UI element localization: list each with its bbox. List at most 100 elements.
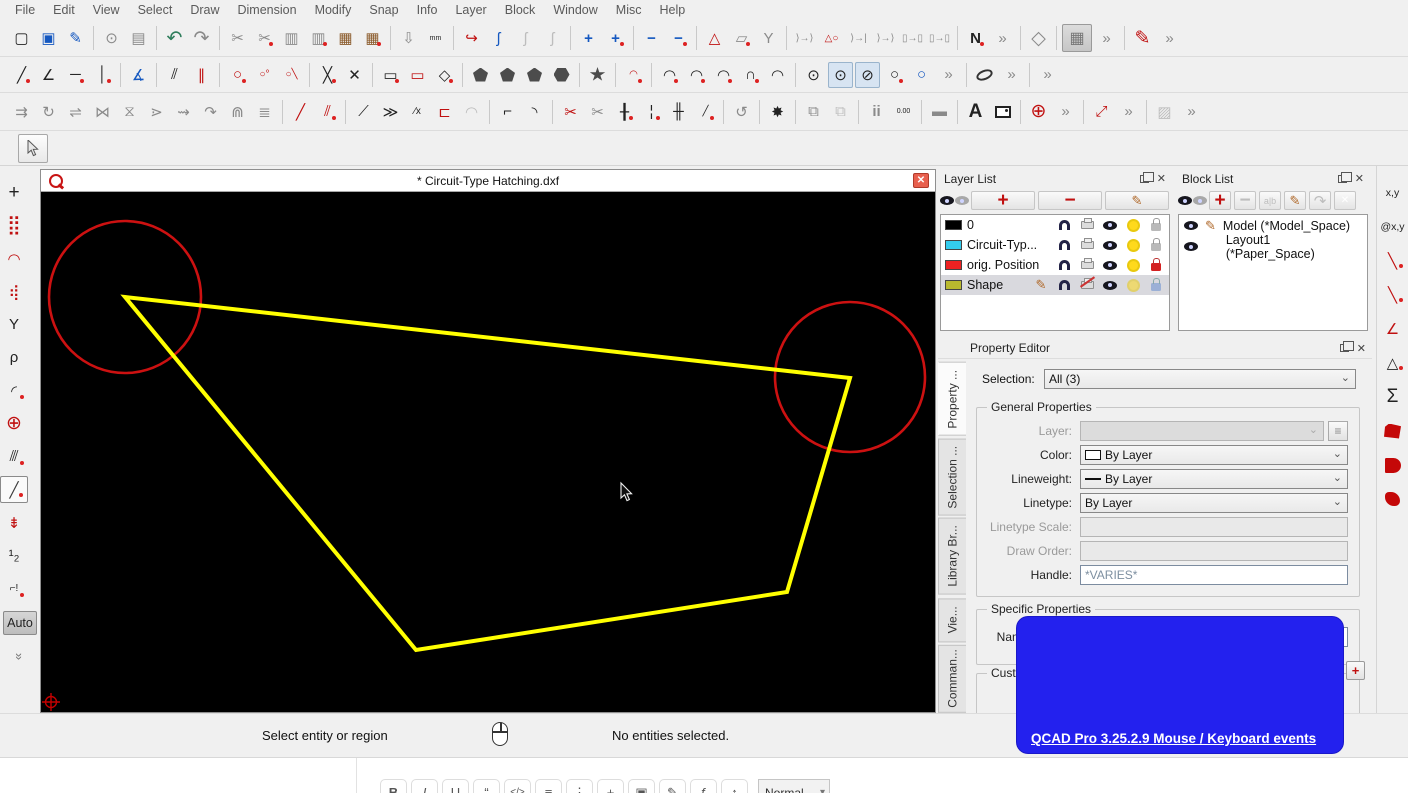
new-file-icon[interactable]: ▢ — [9, 25, 34, 51]
snap-tangent-icon[interactable]: ◜ — [0, 377, 28, 404]
lengthen-icon[interactable]: ⟋ — [351, 99, 376, 125]
tab-view[interactable]: Vie... — [938, 598, 966, 642]
tolerance-icon[interactable]: 0.00 — [891, 99, 916, 125]
snap-restriction-icon[interactable]: ╱ — [0, 476, 28, 503]
linetype-combo[interactable]: By Layer — [1080, 493, 1348, 513]
document-title-bar[interactable]: * Circuit-Type Hatching.dxf ✕ — [41, 170, 935, 192]
cut-with-reference-icon[interactable]: ✂ — [252, 25, 277, 51]
redo-icon[interactable]: ↷ — [189, 25, 214, 51]
layer-print-icon[interactable] — [1081, 221, 1094, 229]
grid-button[interactable]: ▦ — [1062, 24, 1092, 52]
layer-visible-icon[interactable] — [1103, 281, 1117, 290]
block-visible-icon[interactable] — [1184, 242, 1198, 251]
save-as-icon[interactable]: ✎ — [63, 25, 88, 51]
trim-icon[interactable]: ╱ — [288, 99, 313, 125]
color-combo[interactable]: By Layer — [1080, 445, 1348, 465]
arc-open-icon[interactable]: ◠ — [765, 62, 790, 88]
drawing-unit-icon[interactable]: mm — [423, 25, 448, 51]
bevel-icon[interactable]: ⌐ — [495, 99, 520, 125]
copy-with-reference-icon[interactable]: ▥ — [306, 25, 331, 51]
morph-icon[interactable]: △ — [702, 25, 727, 51]
layer-list-close-button[interactable]: ✕ — [1157, 172, 1166, 185]
tab-selection-filter[interactable]: Selection ... — [938, 439, 966, 516]
sum-icon[interactable]: Σ — [1379, 385, 1407, 409]
morph-shape-icon[interactable]: △○ — [819, 25, 844, 51]
coordinate-absolute-button[interactable]: x,y — [1379, 181, 1407, 205]
break-gap-icon[interactable]: ¦ — [639, 99, 664, 125]
lineweight-combo[interactable]: By Layer — [1080, 469, 1348, 489]
match-properties-icon[interactable]: ▬ — [927, 99, 952, 125]
circle-2-points-diameter-icon[interactable]: ⊘ — [855, 62, 880, 88]
block-row-layout1[interactable]: Layout1 (*Paper_Space) — [1179, 236, 1367, 257]
function-button[interactable]: ƒ — [690, 779, 717, 793]
text-icon[interactable]: A — [963, 99, 988, 125]
arc-tangent-icon[interactable]: ◠ — [621, 62, 646, 88]
layer-frozen-icon[interactable] — [1129, 261, 1138, 270]
project-isometric-icon[interactable]: ⋒ — [225, 99, 250, 125]
rotate-two-centers-icon[interactable]: ↷ — [198, 99, 223, 125]
polyline-tool-a-icon[interactable]: ʃ — [513, 25, 538, 51]
snap-entity-points-icon[interactable]: ⢾ — [0, 278, 28, 305]
menu-edit[interactable]: Edit — [44, 1, 84, 19]
arc-3-points-icon[interactable]: ◠ — [657, 62, 682, 88]
undo-icon[interactable]: ↶ — [162, 25, 187, 51]
detect-duplicates-icon[interactable]: ii — [864, 99, 889, 125]
dimension-more-button[interactable]: » — [1116, 99, 1141, 125]
solid-fill-a-icon[interactable] — [1379, 419, 1407, 443]
edit-block-button[interactable]: ✎ — [1284, 191, 1306, 210]
print-preview-icon[interactable]: ⊙ — [99, 25, 124, 51]
menu-dimension[interactable]: Dimension — [229, 1, 306, 19]
restrict-angle-icon[interactable]: ∠ — [1379, 317, 1407, 341]
layer-snap-icon[interactable] — [1059, 220, 1070, 230]
property-editor-float-button[interactable] — [1340, 344, 1349, 352]
import-icon[interactable]: ⇩ — [396, 25, 421, 51]
polygon-center-corner-icon[interactable] — [468, 62, 493, 88]
snap-auto-button[interactable]: Auto — [3, 611, 37, 635]
tab-property[interactable]: Property ... — [938, 362, 966, 436]
round-fillet-icon[interactable]: ◝ — [522, 99, 547, 125]
remove-block-button[interactable]: − — [1234, 191, 1256, 210]
line-tangent-two-icon[interactable]: ○° — [252, 62, 277, 88]
move-copy-icon[interactable]: ⇉ — [9, 99, 34, 125]
spline-more-button[interactable]: » — [990, 25, 1015, 51]
menu-modify[interactable]: Modify — [306, 1, 361, 19]
menu-view[interactable]: View — [84, 1, 129, 19]
copy-icon[interactable]: ▥ — [279, 25, 304, 51]
line-angle-icon[interactable]: ∠ — [36, 62, 61, 88]
yellow-polygon[interactable] — [125, 297, 850, 650]
snap-xy-icon[interactable]: ¹₂ — [0, 542, 28, 569]
code-button[interactable]: </> — [504, 779, 531, 793]
reverse-icon[interactable]: ↺ — [729, 99, 754, 125]
image-button[interactable]: ▣ — [628, 779, 655, 793]
hatch-more-button[interactable]: » — [1179, 99, 1204, 125]
snap-endpoints-icon[interactable]: ◠ — [0, 245, 28, 272]
snap-on-entity-icon[interactable]: ⫻ — [0, 443, 28, 470]
arc-diameter-icon[interactable]: ∩ — [738, 62, 763, 88]
circle-3-points-icon[interactable]: ○ — [882, 62, 907, 88]
draw-button[interactable]: ✎ — [659, 779, 686, 793]
layer-options-button[interactable]: ≡ — [1328, 421, 1348, 441]
add-vertex-icon[interactable]: + — [576, 25, 601, 51]
line-parallel-point-icon[interactable]: ∥ — [189, 62, 214, 88]
menu-file[interactable]: File — [6, 1, 44, 19]
layer-combo[interactable] — [1080, 421, 1324, 441]
hide-all-blocks-button[interactable] — [1193, 196, 1207, 205]
circle-center-point-icon[interactable]: ⊙ — [801, 62, 826, 88]
polygon-two-corners-icon[interactable] — [495, 62, 520, 88]
selection-combo[interactable]: All (3) — [1044, 369, 1356, 389]
star-icon[interactable] — [585, 62, 610, 88]
block-list-float-button[interactable] — [1338, 175, 1347, 183]
block-visible-icon[interactable] — [1184, 221, 1198, 230]
paste-along-entity-icon[interactable]: ▦ — [360, 25, 385, 51]
edit-drawing-pencil-icon[interactable]: ✎ — [1130, 25, 1155, 51]
layer-visible-icon[interactable] — [1103, 221, 1117, 230]
layer-row-0[interactable]: 0 — [941, 215, 1169, 235]
hatch-icon[interactable]: ▨ — [1152, 99, 1177, 125]
point-more-button[interactable]: » — [1053, 99, 1078, 125]
upload-button[interactable]: ↑ — [721, 779, 748, 793]
polyline-relocate-start-icon[interactable]: ʃ — [486, 25, 511, 51]
cut-icon[interactable]: ✂ — [225, 25, 250, 51]
flip-icon[interactable]: ⧖ — [117, 99, 142, 125]
remove-vertex-icon[interactable]: − — [639, 25, 664, 51]
layer-snap-icon[interactable] — [1059, 280, 1070, 290]
